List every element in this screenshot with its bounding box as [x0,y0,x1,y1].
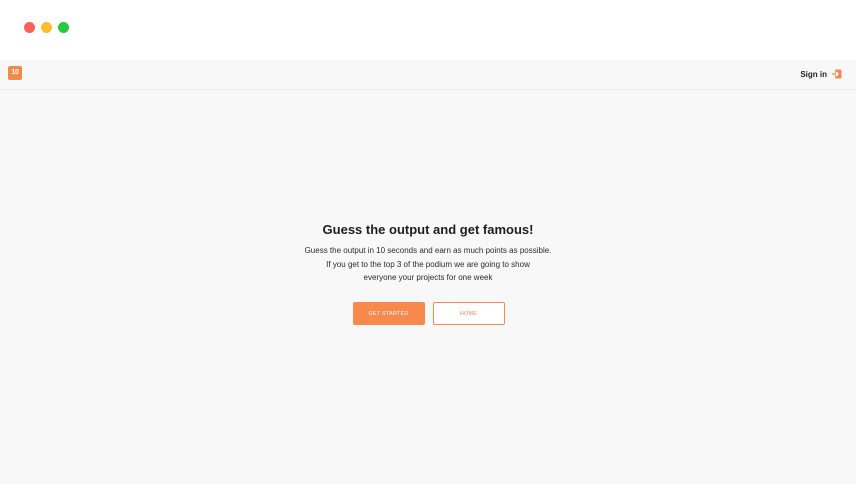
sign-in-label: Sign in [800,69,827,79]
main-content: Guess the output and get famous! Guess t… [0,90,856,484]
minimize-window-button[interactable] [41,22,52,33]
maximize-window-button[interactable] [58,22,69,33]
sign-in-icon [832,69,842,79]
hero-description-line: Guess the output in 10 seconds and earn … [304,246,552,255]
window-titlebar [0,0,856,60]
home-button[interactable]: HOME [432,302,505,325]
hero-title: Guess the output and get famous! [322,222,534,237]
close-window-button[interactable] [24,22,35,33]
hero-actions: GET STARTED HOME [0,302,856,325]
app-window: 10 Sign in Guess the output and get famo… [0,0,856,484]
app-logo-icon[interactable]: 10 [8,66,22,80]
hero-description-line: everyone your projects for one week [363,273,493,282]
hero-section: Guess the output and get famous! Guess t… [0,221,856,285]
sign-in-link[interactable]: Sign in [800,67,842,81]
hero-description: Guess the output in 10 seconds and earn … [283,244,573,285]
logo-text: 10 [11,69,19,76]
top-navbar: 10 Sign in [0,60,856,90]
hero-description-line: If you get to the top 3 of the podium we… [326,259,530,269]
get-started-button[interactable]: GET STARTED [352,302,425,325]
